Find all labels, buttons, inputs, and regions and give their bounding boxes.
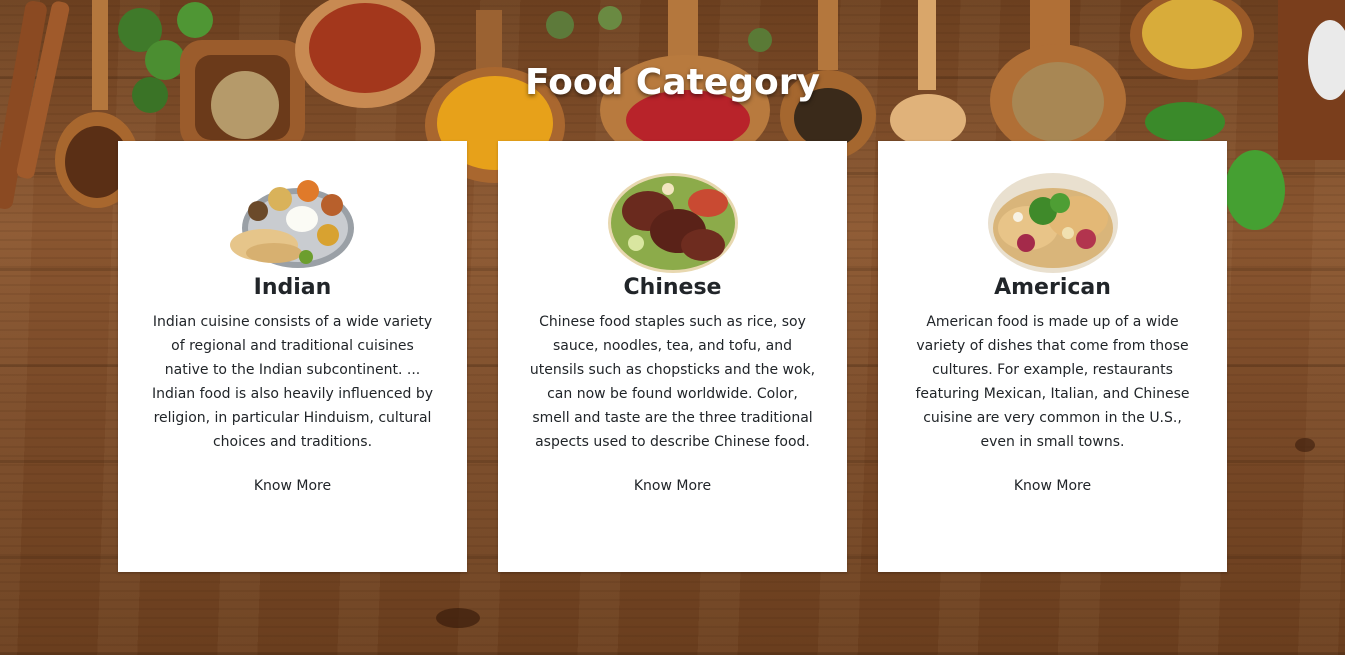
american-tacos-image bbox=[987, 173, 1118, 273]
thyme-sprigs bbox=[546, 6, 772, 52]
know-more-link[interactable]: Know More bbox=[1014, 478, 1091, 494]
know-more-link[interactable]: Know More bbox=[254, 478, 331, 494]
category-card-indian: Indian Indian cuisine consists of a wide… bbox=[118, 141, 467, 572]
chinese-food-image bbox=[607, 173, 738, 273]
card-title: American bbox=[994, 275, 1111, 300]
indian-thali-image bbox=[229, 179, 355, 271]
card-description: American food is made up of a wide varie… bbox=[915, 314, 1190, 450]
card-title: Chinese bbox=[623, 275, 722, 300]
category-card-american: American American food is made up of a w… bbox=[878, 141, 1227, 572]
card-title: Indian bbox=[253, 275, 332, 300]
card-description: Chinese food staples such as rice, soy s… bbox=[529, 314, 816, 450]
page-title: Food Category bbox=[525, 62, 820, 103]
card-description: Indian cuisine consists of a wide variet… bbox=[151, 314, 434, 450]
know-more-link[interactable]: Know More bbox=[634, 478, 711, 494]
category-card-chinese: Chinese Chinese food staples such as ric… bbox=[498, 141, 847, 572]
